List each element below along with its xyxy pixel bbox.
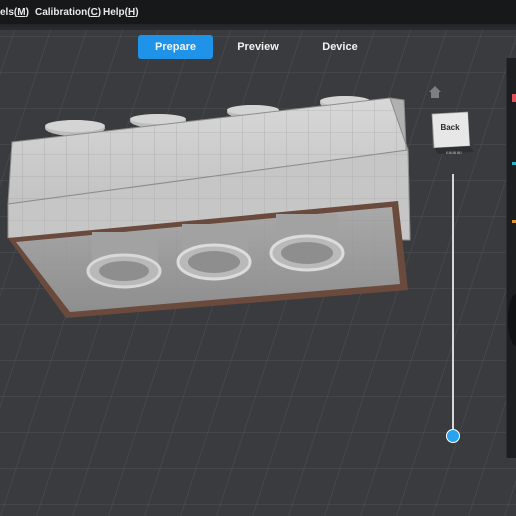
plate-scene <box>0 30 516 516</box>
tube <box>86 232 162 289</box>
view-cube-sublabel: IIIIIIIIIIII <box>446 150 462 155</box>
menu-models[interactable]: els(M) <box>0 7 29 18</box>
menu-help[interactable]: Help(H) <box>103 7 139 18</box>
tube <box>176 224 252 281</box>
tab-preview[interactable]: Preview <box>222 35 294 59</box>
home-icon[interactable] <box>428 85 442 99</box>
tab-device[interactable]: Device <box>306 35 374 59</box>
mode-tabs: Prepare Preview Device <box>0 35 516 59</box>
view-cube-label: Back <box>440 123 460 132</box>
panel-collapse-handle[interactable] <box>508 294 516 346</box>
tube <box>269 214 345 272</box>
menu-bar: els(M) Calibration(C) Help(H) <box>0 0 516 24</box>
right-side-panel <box>506 58 516 458</box>
menu-calibration[interactable]: Calibration(C) <box>35 7 101 18</box>
panel-marker <box>512 162 516 165</box>
tab-prepare[interactable]: Prepare <box>138 35 213 59</box>
panel-marker <box>512 94 516 102</box>
3d-viewport[interactable] <box>0 30 516 516</box>
brick-model[interactable] <box>7 96 411 318</box>
panel-marker <box>512 220 516 223</box>
layer-slider-track[interactable] <box>452 174 454 436</box>
layer-slider-handle[interactable] <box>446 429 460 443</box>
